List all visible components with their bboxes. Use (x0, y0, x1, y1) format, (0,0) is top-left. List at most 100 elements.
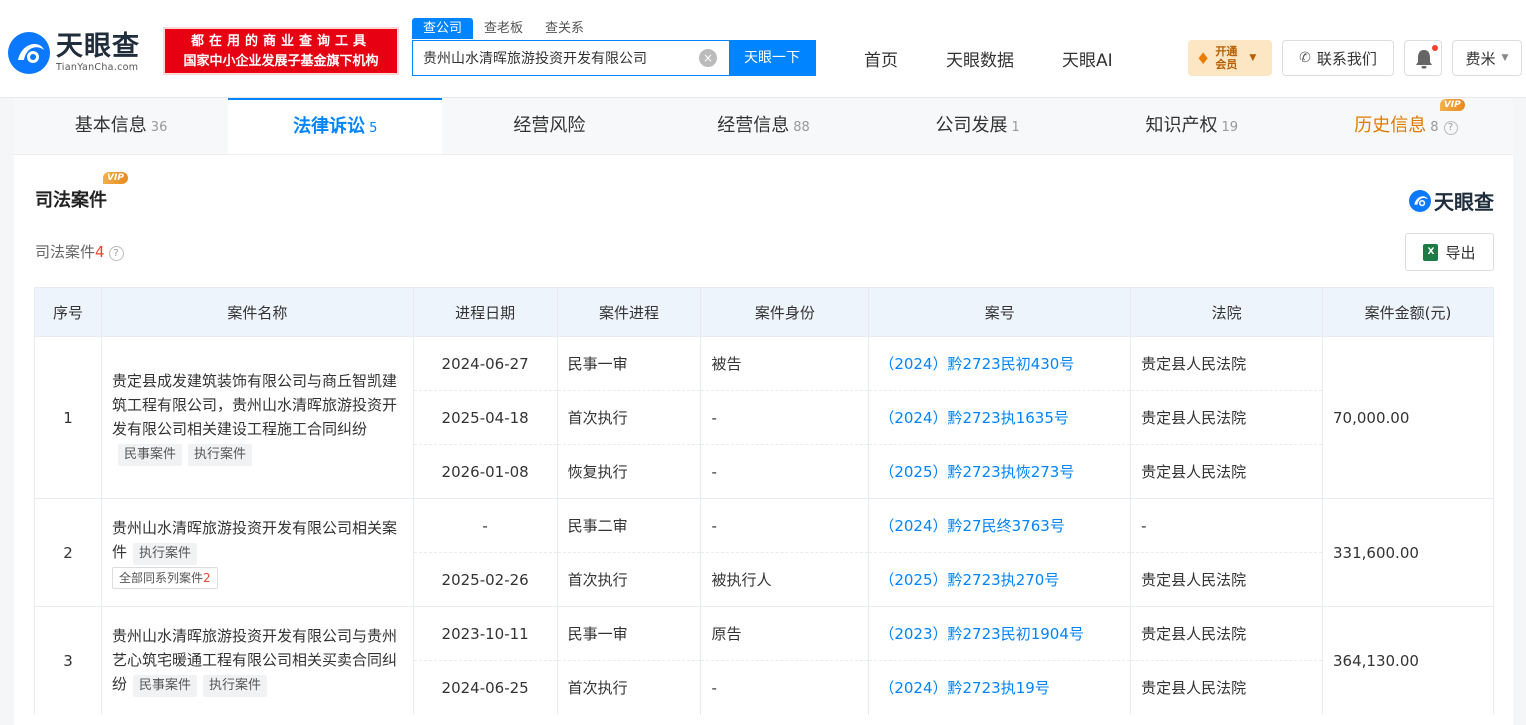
tab-history[interactable]: VIP 历史信息 8? (1299, 98, 1513, 154)
case-stage: 首次执行 (556, 660, 702, 715)
case-court: - (1130, 498, 1324, 553)
tab-legal[interactable]: 法律诉讼 5 (228, 98, 443, 154)
search-tab-company[interactable]: 查公司 (412, 18, 474, 39)
tab-label: 公司发展 (935, 115, 1008, 136)
col-amount: 案件金额(元) (1322, 287, 1494, 337)
tab-count: 88 (793, 120, 810, 135)
chevron-down-icon: ▼ (1249, 53, 1257, 63)
clear-icon[interactable]: × (699, 49, 717, 67)
case-count-label: 司法案件4? (35, 241, 124, 262)
case-number-link[interactable]: （2024）黔2723执1635号 (868, 390, 1132, 445)
tab-label: 知识产权 (1145, 115, 1218, 136)
export-button[interactable]: X 导出 (1405, 233, 1494, 271)
brand-watermark: 天眼查 (1408, 186, 1494, 215)
case-stage: 民事二审 (556, 498, 702, 553)
nav-home[interactable]: 首页 (864, 46, 898, 71)
col-court: 法院 (1130, 287, 1324, 337)
case-court: 贵定县人民法院 (1130, 660, 1324, 715)
case-no: 3 (34, 606, 102, 715)
excel-icon: X (1423, 243, 1439, 261)
case-number-link[interactable]: （2024）黔27民终3763号 (868, 498, 1132, 553)
table-row: 1 贵定县成发建筑装饰有限公司与商丘智凯建筑工程有限公司，贵州山水清晖旅游投资开… (34, 336, 1494, 499)
logo-text: 天眼查 (56, 31, 140, 62)
content-card: 基本信息 36 法律诉讼 5 经营风险 经营信息 88 公司发展 1 知识产权 19 VI… (14, 98, 1513, 725)
case-stage: 首次执行 (556, 552, 702, 607)
tab-ip[interactable]: 知识产权 19 (1085, 98, 1299, 154)
case-number-link[interactable]: （2025）黔2723执270号 (868, 552, 1132, 607)
case-tag: 民事案件 (117, 444, 182, 466)
chevron-down-icon: ▼ (1501, 53, 1509, 63)
tab-count: 8 (1430, 120, 1439, 135)
tab-count: 1 (1011, 120, 1020, 135)
logo[interactable]: 天眼查 TianYanCha.com (6, 30, 140, 76)
case-role: - (700, 390, 870, 445)
case-count: 4 (95, 243, 105, 261)
logo-domain: TianYanCha.com (56, 62, 139, 73)
tab-development[interactable]: 公司发展 1 (871, 98, 1085, 154)
tab-label: 经营风险 (513, 115, 586, 136)
section-title-text: 司法案件 (35, 190, 107, 211)
notification-dot (1432, 45, 1438, 51)
contact-us-label: 联系我们 (1316, 49, 1377, 68)
case-role: - (700, 498, 870, 553)
nav-data[interactable]: 天眼数据 (946, 46, 1014, 71)
search-tab-relation[interactable]: 查关系 (534, 18, 595, 39)
table-row: 3 贵州山水清晖旅游投资开发有限公司与贵州艺心筑宅暖通工程有限公司相关买卖合同纠… (34, 606, 1494, 715)
tab-business-info[interactable]: 经营信息 88 (656, 98, 870, 154)
open-vip-button[interactable]: ♦ 开通会员 ▼ (1188, 40, 1272, 76)
case-stage: 民事一审 (556, 336, 702, 391)
col-date: 进程日期 (412, 287, 558, 337)
open-vip-label: 开通会员 (1215, 45, 1238, 71)
case-number-link[interactable]: （2024）黔2723执19号 (868, 660, 1132, 715)
case-amount: 364,130.00 (1322, 606, 1494, 715)
user-name: 费米 (1465, 49, 1496, 68)
tab-count: 19 (1221, 120, 1239, 135)
table-row: 2 贵州山水清晖旅游投资开发有限公司相关案件 执行案件 全部同系列案件2 - 民事… (34, 498, 1494, 607)
case-number-link[interactable]: （2025）黔2723执恢273号 (868, 444, 1132, 499)
slogan-banner: 都在用的商业查询工具 国家中小企业发展子基金旗下机构 (163, 27, 399, 75)
tab-label: 法律诉讼 (293, 116, 366, 137)
contact-us-button[interactable]: ✆ 联系我们 (1282, 40, 1394, 76)
case-role: 原告 (700, 606, 870, 661)
notification-button[interactable] (1404, 40, 1442, 76)
slogan-line-1: 都在用的商业查询工具 (190, 34, 371, 49)
export-label: 导出 (1445, 243, 1476, 262)
series-count: 2 (202, 571, 211, 585)
tianyancha-logo-icon (1409, 189, 1431, 212)
search-button[interactable]: 天眼一下 (729, 41, 815, 75)
case-tag: 执行案件 (132, 543, 197, 565)
tab-count: 36 (150, 120, 168, 135)
tab-business-risk[interactable]: 经营风险 (442, 98, 656, 154)
vip-badge: VIP (103, 172, 128, 184)
case-stage: 恢复执行 (556, 444, 702, 499)
col-role: 案件身份 (700, 287, 870, 337)
tianyancha-logo-icon (8, 32, 50, 74)
series-cases-button[interactable]: 全部同系列案件2 (111, 567, 218, 589)
case-stage: 首次执行 (556, 390, 702, 445)
user-menu[interactable]: 费米 ▼ (1452, 40, 1522, 76)
case-number-link[interactable]: （2023）黔2723民初1904号 (868, 606, 1132, 661)
tab-label: 经营信息 (717, 115, 790, 136)
col-case-number: 案号 (868, 287, 1132, 337)
case-name[interactable]: 贵定县成发建筑装饰有限公司与商丘智凯建筑工程有限公司，贵州山水清晖旅游投资开发有… (112, 372, 397, 438)
company-tabs: 基本信息 36 法律诉讼 5 经营风险 经营信息 88 公司发展 1 知识产权 19 VI… (14, 98, 1513, 155)
case-tag: 执行案件 (202, 675, 267, 698)
case-role: - (700, 660, 870, 715)
case-court: 贵定县人民法院 (1130, 444, 1324, 499)
vip-badge: VIP (1439, 99, 1465, 111)
case-number-link[interactable]: （2024）黔2723民初430号 (868, 336, 1132, 391)
section-title: 司法案件 VIP (35, 172, 128, 212)
case-amount: 70,000.00 (1322, 336, 1494, 499)
help-icon[interactable]: ? (1443, 121, 1458, 135)
case-date: 2025-02-26 (412, 552, 558, 607)
main-nav: 首页 天眼数据 天眼AI (864, 46, 1161, 71)
case-amount: 331,600.00 (1322, 498, 1494, 607)
search-input[interactable] (413, 41, 699, 75)
case-date: - (412, 498, 558, 553)
tab-basic-info[interactable]: 基本信息 36 (14, 98, 228, 154)
case-court: 贵定县人民法院 (1130, 606, 1324, 661)
case-name-cell: 贵州山水清晖旅游投资开发有限公司相关案件 执行案件 全部同系列案件2 (100, 498, 414, 607)
nav-ai[interactable]: 天眼AI (1062, 46, 1113, 71)
help-icon[interactable]: ? (108, 246, 124, 261)
search-tab-boss[interactable]: 查老板 (473, 18, 534, 39)
